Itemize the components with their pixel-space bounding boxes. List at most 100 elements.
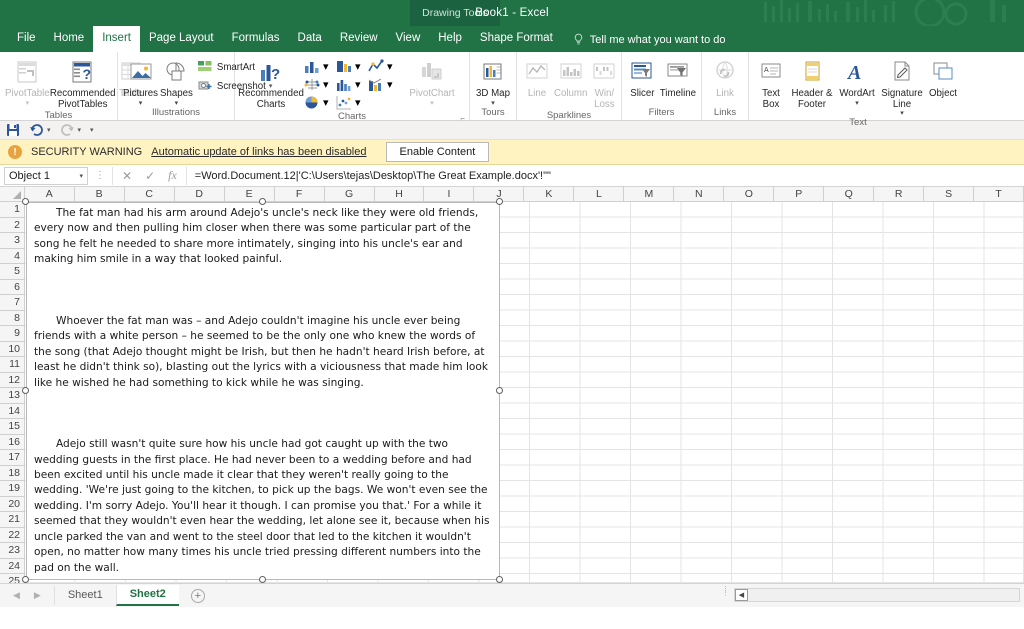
- undo-icon[interactable]: [29, 123, 44, 137]
- signature-line-button[interactable]: Signature Line ▾: [880, 55, 924, 117]
- selection-handle-top-left[interactable]: [22, 198, 29, 205]
- undo-caret-icon[interactable]: ▾: [47, 126, 51, 134]
- 3d-map-button[interactable]: 3D Map ▾: [475, 55, 511, 107]
- tab-help[interactable]: Help: [429, 26, 471, 52]
- sparkline-line-button[interactable]: Line: [522, 55, 552, 100]
- enter-icon[interactable]: ✓: [145, 169, 155, 183]
- row-header-11[interactable]: 11: [0, 357, 24, 373]
- row-header-25[interactable]: 25: [0, 574, 24, 583]
- pivottable-caret-icon[interactable]: ▾: [26, 100, 30, 107]
- name-box-caret-icon[interactable]: ▾: [79, 172, 83, 180]
- selection-handle-middle-right[interactable]: [496, 387, 503, 394]
- bar-chart-button[interactable]: ▾: [336, 58, 366, 75]
- column-header-H[interactable]: H: [375, 187, 425, 201]
- horizontal-split-grip[interactable]: ⋮⋮: [722, 588, 728, 602]
- header-footer-button[interactable]: Header & Footer: [790, 55, 834, 110]
- column-header-Q[interactable]: Q: [824, 187, 874, 201]
- scatter-chart-button[interactable]: ▾: [336, 94, 366, 111]
- pie-chart-button[interactable]: ▾: [304, 94, 334, 111]
- tab-formulas[interactable]: Formulas: [223, 26, 289, 52]
- line-chart-button[interactable]: ▾: [368, 58, 398, 75]
- row-header-9[interactable]: 9: [0, 326, 24, 342]
- column-header-G[interactable]: G: [325, 187, 375, 201]
- combo-chart-caret-icon[interactable]: ▾: [387, 78, 393, 91]
- tab-data[interactable]: Data: [289, 26, 331, 52]
- recommended-pivottables-button[interactable]: ? Recommended PivotTables: [52, 55, 114, 110]
- charts-dialog-launcher-icon[interactable]: ⌐: [460, 114, 465, 123]
- column-header-B[interactable]: B: [75, 187, 125, 201]
- column-header-P[interactable]: P: [774, 187, 824, 201]
- column-header-O[interactable]: O: [724, 187, 774, 201]
- slicer-button[interactable]: Slicer: [627, 55, 658, 100]
- row-header-7[interactable]: 7: [0, 295, 24, 311]
- customize-qat-icon[interactable]: ▾: [90, 126, 94, 134]
- shapes-button[interactable]: Shapes ▾: [160, 55, 193, 107]
- sheet-tab-sheet2[interactable]: Sheet2: [116, 585, 179, 606]
- row-header-24[interactable]: 24: [0, 559, 24, 575]
- row-header-14[interactable]: 14: [0, 404, 24, 420]
- formula-input[interactable]: =Word.Document.12|'C:\Users\tejas\Deskto…: [187, 170, 1024, 182]
- column-header-M[interactable]: M: [624, 187, 674, 201]
- cancel-icon[interactable]: ✕: [122, 169, 132, 183]
- column-header-C[interactable]: C: [125, 187, 175, 201]
- grid-cells[interactable]: The fat man had his arm around Adejo's u…: [25, 202, 1024, 583]
- statistic-chart-caret-icon[interactable]: ▾: [355, 78, 361, 91]
- selection-handle-bottom-center[interactable]: [259, 576, 266, 583]
- security-warning-message[interactable]: Automatic update of links has been disab…: [151, 146, 366, 158]
- recommended-charts-button[interactable]: ? Recommended Charts: [240, 55, 302, 110]
- row-header-1[interactable]: 1: [0, 202, 24, 218]
- 3d-map-caret-icon[interactable]: ▾: [491, 100, 495, 107]
- column-header-S[interactable]: S: [924, 187, 974, 201]
- redo-icon[interactable]: [60, 123, 75, 137]
- column-header-E[interactable]: E: [225, 187, 275, 201]
- combo-chart-button[interactable]: ▾: [368, 76, 398, 93]
- row-header-10[interactable]: 10: [0, 342, 24, 358]
- row-header-17[interactable]: 17: [0, 450, 24, 466]
- row-header-8[interactable]: 8: [0, 311, 24, 327]
- save-icon[interactable]: [6, 123, 20, 137]
- enable-content-button[interactable]: Enable Content: [386, 142, 490, 162]
- tab-home[interactable]: Home: [45, 26, 94, 52]
- tab-page-layout[interactable]: Page Layout: [140, 26, 223, 52]
- previous-sheet-icon[interactable]: ◀: [13, 590, 20, 601]
- next-sheet-icon[interactable]: ▶: [34, 590, 41, 601]
- hierarchy-chart-caret-icon[interactable]: ▾: [323, 78, 329, 91]
- wordart-button[interactable]: A WordArt ▾: [836, 55, 878, 107]
- selection-handle-top-right[interactable]: [496, 198, 503, 205]
- column-chart-caret-icon[interactable]: ▾: [323, 60, 329, 73]
- column-header-F[interactable]: F: [275, 187, 325, 201]
- signature-line-caret-icon[interactable]: ▾: [900, 110, 904, 117]
- row-header-19[interactable]: 19: [0, 481, 24, 497]
- row-header-12[interactable]: 12: [0, 373, 24, 389]
- selection-handle-top-center[interactable]: [259, 198, 266, 205]
- tab-shape-format[interactable]: Shape Format: [471, 26, 562, 52]
- row-header-13[interactable]: 13: [0, 388, 24, 404]
- scatter-chart-caret-icon[interactable]: ▾: [355, 96, 361, 109]
- row-header-15[interactable]: 15: [0, 419, 24, 435]
- pivotchart-button[interactable]: PivotChart ▾: [406, 55, 458, 107]
- row-header-3[interactable]: 3: [0, 233, 24, 249]
- row-header-6[interactable]: 6: [0, 280, 24, 296]
- selection-handle-bottom-right[interactable]: [496, 576, 503, 583]
- pivotchart-caret-icon[interactable]: ▾: [430, 100, 434, 107]
- name-box[interactable]: Object 1 ▾: [4, 167, 88, 185]
- tab-file[interactable]: File: [8, 26, 45, 52]
- insert-function-icon[interactable]: fx: [168, 168, 177, 183]
- pictures-caret-icon[interactable]: ▾: [139, 100, 143, 107]
- column-header-R[interactable]: R: [874, 187, 924, 201]
- line-chart-caret-icon[interactable]: ▾: [387, 60, 393, 73]
- redo-caret-icon[interactable]: ▾: [78, 126, 82, 134]
- column-header-T[interactable]: T: [974, 187, 1024, 201]
- selection-handle-bottom-left[interactable]: [22, 576, 29, 583]
- row-header-16[interactable]: 16: [0, 435, 24, 451]
- column-header-L[interactable]: L: [574, 187, 624, 201]
- horizontal-scrollbar[interactable]: ◀: [734, 588, 1020, 602]
- row-header-18[interactable]: 18: [0, 466, 24, 482]
- tell-me-box[interactable]: Tell me what you want to do: [572, 33, 726, 52]
- pictures-button[interactable]: Pictures ▾: [123, 55, 158, 107]
- timeline-button[interactable]: Timeline: [660, 55, 696, 100]
- horizontal-scrollbar-left-arrow[interactable]: ◀: [735, 589, 748, 601]
- column-header-K[interactable]: K: [524, 187, 574, 201]
- statistic-chart-button[interactable]: ▾: [336, 76, 366, 93]
- text-box-button[interactable]: A Text Box: [754, 55, 788, 110]
